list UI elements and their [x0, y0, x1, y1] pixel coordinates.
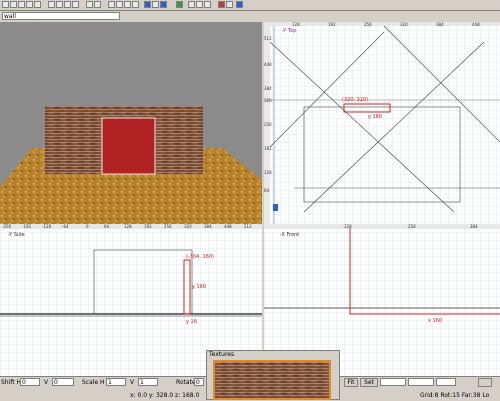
side-ruler-1: -192 — [22, 224, 32, 229]
camera-icon[interactable] — [132, 1, 139, 8]
ruler-y-6: 128 — [264, 170, 272, 175]
ruler-x-3: 320 — [400, 22, 408, 27]
rotate-icon[interactable] — [10, 1, 17, 8]
side-ruler-10: 384 — [204, 224, 212, 229]
coords-readout: x: 0.0 y: 328.0 z: 168.0 — [130, 392, 200, 399]
side-ruler-6: 128 — [124, 224, 132, 229]
texture-height-field[interactable] — [408, 378, 434, 386]
side-dim-mid: y 160 — [192, 284, 206, 290]
front-view-label: -X Front — [280, 232, 299, 238]
move-icon[interactable] — [152, 1, 159, 8]
top-view[interactable]: (320, 320) y 160 -Y Top 128 192 256 320 … — [264, 22, 500, 224]
fit-button[interactable]: Fit — [344, 378, 358, 387]
texture-thumbnail[interactable] — [213, 360, 331, 400]
settings-icon[interactable] — [236, 1, 243, 8]
side-ruler-3: -64 — [62, 224, 69, 229]
grid-icon[interactable] — [176, 1, 183, 8]
side-ruler-12: 512 — [244, 224, 252, 229]
scale-v-field[interactable]: 1 — [138, 378, 158, 386]
set-button[interactable]: Set — [360, 378, 378, 387]
texture-extra-field[interactable] — [436, 378, 456, 386]
stop-icon[interactable] — [218, 1, 225, 8]
pointer-icon[interactable] — [144, 1, 151, 8]
grid-info: Grid:8 Rot:15 Far:38 Lo — [420, 392, 490, 399]
view-icon[interactable] — [188, 1, 195, 8]
rotate-field[interactable]: 0 — [194, 378, 204, 386]
main-toolbar — [0, 0, 500, 11]
side-ruler-5: 64 — [104, 224, 110, 229]
ruler-y-3: 320 — [264, 98, 272, 103]
camera-marker-icon[interactable] — [273, 204, 278, 211]
brush-icon[interactable] — [64, 1, 71, 8]
ruler-x-0: 128 — [292, 22, 300, 27]
rotate-label: Rotate — [176, 379, 196, 386]
zoom-icon[interactable] — [160, 1, 167, 8]
side-ruler-2: -128 — [42, 224, 52, 229]
side-ruler-0: -256 — [2, 224, 12, 229]
flip-icon[interactable] — [26, 1, 33, 8]
snap-icon[interactable] — [204, 1, 211, 8]
ruler-y-4: 256 — [264, 122, 272, 127]
front-ruler-1: 256 — [408, 224, 416, 229]
texture-icon[interactable] — [94, 1, 101, 8]
textures-window[interactable]: Textures — [206, 350, 340, 400]
ruler-x-5: 448 — [472, 22, 480, 27]
shift-h-field[interactable]: 0 — [20, 378, 40, 386]
filter-icon[interactable] — [226, 1, 233, 8]
ruler-y-5: 192 — [264, 146, 272, 151]
front-ruler-2: 384 — [470, 224, 478, 229]
top-view-label: -Y Top — [282, 28, 296, 34]
scale-v-label: V — [130, 379, 135, 386]
light-icon[interactable] — [116, 1, 123, 8]
side-ruler-7: 192 — [144, 224, 152, 229]
undo-icon[interactable] — [18, 1, 25, 8]
side-dim-bot: y 16 — [186, 319, 197, 325]
vertex-icon[interactable] — [56, 1, 63, 8]
ruler-x-1: 192 — [328, 22, 336, 27]
path-icon[interactable] — [124, 1, 131, 8]
ruler-y-7: 64 — [264, 188, 270, 193]
ruler-x-2: 256 — [364, 22, 372, 27]
shift-v-field[interactable]: 0 — [52, 378, 74, 386]
scale-icon[interactable] — [34, 1, 41, 8]
ruler-x-4: 384 — [436, 22, 444, 27]
shift-v-label: V — [44, 379, 49, 386]
apply-button[interactable] — [478, 378, 492, 387]
side-ruler-8: 256 — [164, 224, 172, 229]
clip-icon[interactable] — [48, 1, 55, 8]
texture-width-field[interactable] — [380, 378, 406, 386]
entity-icon[interactable] — [72, 1, 79, 8]
scale-h-field[interactable]: 1 — [106, 378, 126, 386]
side-ruler-11: 448 — [224, 224, 232, 229]
face-icon[interactable] — [86, 1, 93, 8]
side-dim-top: (-304, 160) — [186, 254, 214, 260]
texture-bar: wall — [0, 11, 500, 22]
patch-icon[interactable] — [108, 1, 115, 8]
top-dim-label: y 160 — [368, 114, 382, 120]
camera-view[interactable] — [0, 22, 262, 224]
top-marker-label: (320, 320) — [342, 97, 368, 103]
layout-icon[interactable] — [196, 1, 203, 8]
side-view-label: -Y Side — [8, 232, 25, 238]
scale-h-label: Scale H — [82, 379, 105, 386]
front-ruler-0: 128 — [344, 224, 352, 229]
ruler-y-0: 512 — [264, 36, 272, 41]
front-dim-bot: x 160 — [428, 318, 442, 324]
ruler-y-2: 384 — [264, 86, 272, 91]
texture-name-field[interactable]: wall — [2, 12, 120, 20]
shift-h-label: Shift H — [1, 379, 22, 386]
ruler-y-1: 448 — [264, 62, 272, 67]
select-icon[interactable] — [2, 1, 9, 8]
textures-title: Textures — [209, 351, 235, 358]
red-door — [101, 117, 156, 175]
side-ruler-9: 320 — [184, 224, 192, 229]
